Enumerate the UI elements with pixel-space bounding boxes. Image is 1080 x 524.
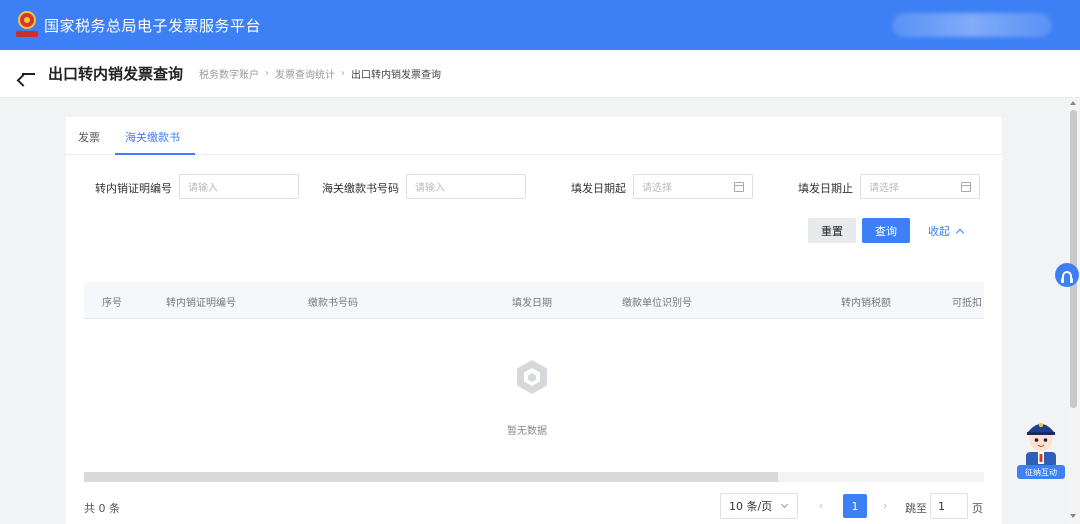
table-header: 序号 转内销证明编号 缴款书号码 填发日期 缴款单位识别号 转内销税额 可抵扣 xyxy=(84,282,984,319)
prev-page-icon[interactable]: ‹ xyxy=(819,499,823,512)
empty-box-icon xyxy=(517,360,547,394)
column-header-payment-no: 缴款书号码 xyxy=(308,298,358,309)
breadcrumb-item-account[interactable]: 税务数字账户 xyxy=(199,66,259,81)
customer-service-headset-icon[interactable] xyxy=(1055,263,1079,287)
issue-date-start-picker[interactable]: 请选择 xyxy=(633,174,753,199)
issue-date-end-label: 填发日期止 xyxy=(798,182,853,195)
transfer-cert-label: 转内销证明编号 xyxy=(95,182,172,195)
user-info-blurred[interactable] xyxy=(892,13,1052,37)
vertical-scroll-thumb[interactable] xyxy=(1070,110,1077,408)
vertical-scrollbar[interactable] xyxy=(1067,98,1080,524)
customs-payment-input[interactable]: 请输入 xyxy=(406,174,526,199)
jump-to-label: 跳至 xyxy=(905,502,927,515)
page-number-current[interactable]: 1 xyxy=(843,494,867,518)
query-button[interactable]: 查询 xyxy=(862,218,910,243)
empty-state-text: 暂无数据 xyxy=(507,426,547,437)
tab-customs-payment[interactable]: 海关缴款书 xyxy=(125,129,180,145)
chevron-down-icon xyxy=(780,500,789,509)
column-header-deductible: 可抵扣 xyxy=(952,298,982,309)
horizontal-scroll-thumb[interactable] xyxy=(84,472,778,482)
assistant-label[interactable]: 征纳互动 xyxy=(1017,465,1065,479)
column-header-payer-id: 缴款单位识别号 xyxy=(622,298,692,309)
transfer-cert-input[interactable]: 请输入 xyxy=(179,174,299,199)
scroll-up-icon[interactable] xyxy=(1070,101,1076,105)
calendar-icon xyxy=(734,182,744,192)
tax-emblem-icon xyxy=(16,11,38,39)
page-unit-label: 页 xyxy=(972,502,983,515)
active-tab-indicator xyxy=(115,153,195,155)
tab-bar: 发票 海关缴款书 xyxy=(66,117,1002,155)
collapse-toggle[interactable]: 收起 xyxy=(928,223,965,239)
breadcrumb: 税务数字账户 › 发票查询统计 › 出口转内销发票查询 xyxy=(199,66,441,81)
collapse-label: 收起 xyxy=(928,225,950,238)
back-arrow-icon[interactable] xyxy=(20,66,36,82)
content-card: 发票 海关缴款书 转内销证明编号 请输入 海关缴款书号码 请输入 填发日期起 请… xyxy=(66,117,1002,524)
page-header: 出口转内销发票查询 税务数字账户 › 发票查询统计 › 出口转内销发票查询 xyxy=(0,50,1080,98)
breadcrumb-item-current: 出口转内销发票查询 xyxy=(351,70,442,81)
horizontal-scrollbar[interactable] xyxy=(84,472,984,482)
column-header-index: 序号 xyxy=(102,298,122,309)
breadcrumb-item-stats[interactable]: 发票查询统计 xyxy=(275,66,335,81)
total-count: 共 0 条 xyxy=(84,502,120,515)
page-size-select[interactable]: 10 条/页 xyxy=(720,493,798,519)
next-page-icon[interactable]: › xyxy=(883,499,887,512)
page-title: 出口转内销发票查询 xyxy=(48,65,184,83)
column-header-issue-date: 填发日期 xyxy=(512,298,552,309)
breadcrumb-separator-icon: › xyxy=(265,68,270,79)
issue-date-start-label: 填发日期起 xyxy=(571,182,626,195)
chevron-up-icon xyxy=(955,228,965,237)
top-header: 国家税务总局电子发票服务平台 xyxy=(0,0,1080,50)
breadcrumb-separator-icon: › xyxy=(341,68,346,79)
issue-date-end-picker[interactable]: 请选择 xyxy=(860,174,980,199)
column-header-transfer-tax: 转内销税额 xyxy=(841,298,891,309)
column-header-transfer-cert: 转内销证明编号 xyxy=(166,298,236,309)
reset-button[interactable]: 重置 xyxy=(808,218,856,243)
app-title: 国家税务总局电子发票服务平台 xyxy=(44,16,262,35)
customs-payment-label: 海关缴款书号码 xyxy=(322,182,399,195)
calendar-icon xyxy=(961,182,971,192)
jump-to-page-input[interactable]: 1 xyxy=(930,493,968,519)
tab-invoice[interactable]: 发票 xyxy=(78,129,100,145)
scroll-down-icon[interactable] xyxy=(1070,514,1076,518)
